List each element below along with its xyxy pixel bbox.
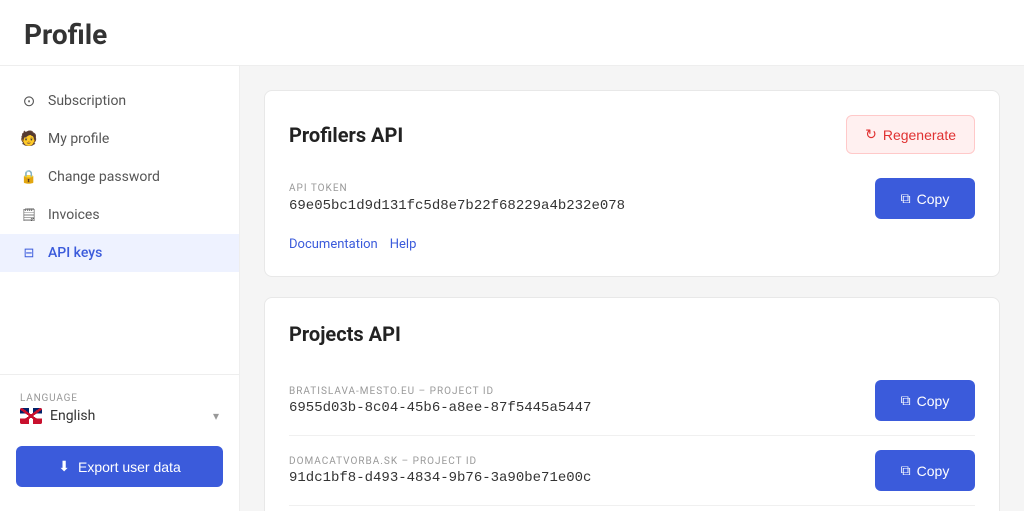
project-copy-button-1[interactable]: ⧉ Copy	[875, 450, 975, 491]
sidebar-item-invoices[interactable]: 🗒 Invoices	[0, 196, 239, 234]
language-selector[interactable]: English ▾	[20, 408, 219, 424]
chevron-down-icon: ▾	[213, 409, 219, 423]
project-copy-button-0[interactable]: ⧉ Copy	[875, 380, 975, 421]
person-icon: 🧑	[20, 130, 38, 148]
copy-label: Copy	[917, 463, 950, 479]
copy-icon: ⧉	[901, 392, 911, 409]
profilers-api-card: Profilers API ↻ Regenerate API TOKEN 69e…	[264, 90, 1000, 277]
project-label: DOMACATVORBA.SK – PROJECT ID	[289, 456, 591, 467]
help-link[interactable]: Help	[390, 237, 417, 252]
project-id-value: 6955d03b-8c04-45b6-a8ee-87f5445a5447	[289, 400, 591, 416]
api-token-value: 69e05bc1d9d131fc5d8e7b22f68229a4b232e078	[289, 198, 875, 214]
profilers-api-header: Profilers API ↻ Regenerate	[289, 115, 975, 154]
project-row: HANDMADETVORBA.SK – PROJECT ID e04c1fe4-…	[289, 506, 975, 511]
copy-icon: ⧉	[901, 462, 911, 479]
sidebar-item-my-profile[interactable]: 🧑 My profile	[0, 120, 239, 158]
language-section: LANGUAGE English ▾	[0, 383, 239, 434]
sidebar-item-label: Change password	[48, 169, 160, 185]
regenerate-label: Regenerate	[883, 127, 956, 143]
api-token-label: API TOKEN	[289, 183, 875, 194]
sidebar-item-subscription[interactable]: ⊙ Subscription	[0, 82, 239, 120]
project-label: BRATISLAVA-MESTO.EU – PROJECT ID	[289, 386, 591, 397]
export-label: Export user data	[78, 459, 181, 475]
uk-flag-icon	[20, 408, 42, 424]
sidebar-item-label: Subscription	[48, 93, 126, 109]
sidebar-item-api-keys[interactable]: ⊟ API keys	[0, 234, 239, 272]
profilers-api-token-row: API TOKEN 69e05bc1d9d131fc5d8e7b22f68229…	[289, 174, 975, 223]
sidebar-item-change-password[interactable]: 🔒 Change password	[0, 158, 239, 196]
language-value: English	[50, 408, 95, 424]
doc-links: Documentation Help	[289, 237, 975, 252]
projects-api-card: Projects API BRATISLAVA-MESTO.EU – PROJE…	[264, 297, 1000, 511]
invoice-icon: 🗒	[20, 206, 38, 224]
page-title: Profile	[0, 0, 1024, 66]
main-content: Profilers API ↻ Regenerate API TOKEN 69e…	[240, 66, 1024, 511]
copy-icon: ⧉	[901, 190, 911, 207]
projects-list: BRATISLAVA-MESTO.EU – PROJECT ID 6955d03…	[289, 366, 975, 511]
projects-api-title: Projects API	[289, 322, 401, 346]
sidebar-item-label: My profile	[48, 131, 109, 147]
sidebar-nav: ⊙ Subscription 🧑 My profile 🔒 Change pas…	[0, 82, 239, 366]
lock-icon: 🔒	[20, 168, 38, 186]
project-id-value: 91dc1bf8-d493-4834-9b76-3a90be71e00c	[289, 470, 591, 486]
project-row: BRATISLAVA-MESTO.EU – PROJECT ID 6955d03…	[289, 366, 975, 436]
project-row: DOMACATVORBA.SK – PROJECT ID 91dc1bf8-d4…	[289, 436, 975, 506]
project-info: DOMACATVORBA.SK – PROJECT ID 91dc1bf8-d4…	[289, 456, 591, 486]
regenerate-icon: ↻	[865, 126, 877, 143]
sidebar: ⊙ Subscription 🧑 My profile 🔒 Change pas…	[0, 66, 240, 511]
api-token-block: API TOKEN 69e05bc1d9d131fc5d8e7b22f68229…	[289, 183, 875, 214]
subscription-icon: ⊙	[20, 92, 38, 110]
projects-api-header: Projects API	[289, 322, 975, 346]
export-user-data-button[interactable]: ⬇ Export user data	[16, 446, 223, 487]
project-info: BRATISLAVA-MESTO.EU – PROJECT ID 6955d03…	[289, 386, 591, 416]
regenerate-button[interactable]: ↻ Regenerate	[846, 115, 975, 154]
copy-label: Copy	[917, 191, 950, 207]
language-label: LANGUAGE	[20, 393, 219, 404]
documentation-link[interactable]: Documentation	[289, 237, 378, 252]
profilers-api-title: Profilers API	[289, 123, 403, 147]
sidebar-item-label: Invoices	[48, 207, 100, 223]
profilers-api-copy-button[interactable]: ⧉ Copy	[875, 178, 975, 219]
language-left: English	[20, 408, 95, 424]
api-keys-icon: ⊟	[20, 244, 38, 262]
sidebar-divider	[0, 374, 239, 375]
export-icon: ⬇	[58, 458, 70, 475]
copy-label: Copy	[917, 393, 950, 409]
sidebar-item-label: API keys	[48, 245, 102, 261]
